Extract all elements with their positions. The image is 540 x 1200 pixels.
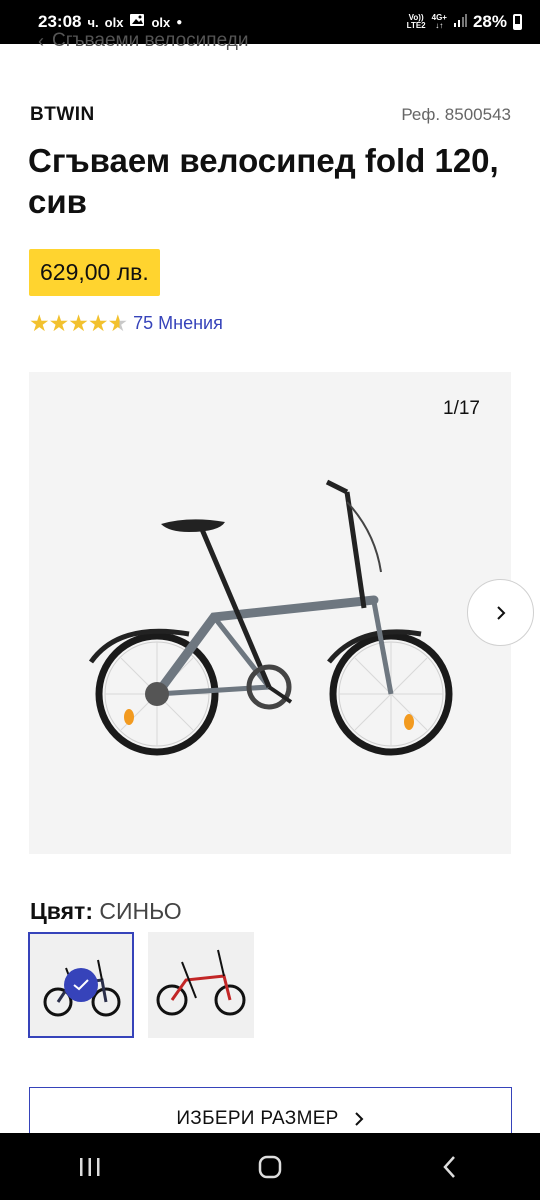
home-button[interactable]	[240, 1142, 300, 1192]
more-notifications-dot-icon: ●	[176, 16, 183, 28]
star-icon: ★	[48, 310, 70, 336]
star-icon: ★	[29, 310, 50, 336]
product-gallery[interactable]: 1/17	[29, 372, 511, 854]
product-title: Сгъваем велосипед fold 120, сив	[28, 142, 499, 220]
status-time-suffix: ч.	[87, 14, 99, 30]
star-half-icon: ★	[107, 310, 129, 336]
color-label-value: СИНЬО	[99, 898, 182, 924]
rating-stars: ★ ★ ★ ★ ★	[29, 310, 129, 337]
star-icon: ★	[87, 310, 109, 336]
price-badge: 629,00 лв.	[29, 249, 160, 296]
color-swatch-red[interactable]	[148, 932, 254, 1038]
color-swatch-blue[interactable]	[28, 932, 134, 1038]
olx-notification-icon: olx	[151, 14, 171, 30]
chevron-right-icon	[354, 1112, 364, 1126]
selected-check-icon	[64, 968, 98, 1002]
android-nav-bar	[0, 1133, 540, 1200]
recent-apps-button[interactable]	[60, 1142, 120, 1192]
rating-row[interactable]: ★ ★ ★ ★ ★ 75 Мнения	[29, 310, 223, 337]
color-label-title: Цвят:	[30, 898, 93, 924]
chevron-right-icon	[496, 605, 505, 620]
breadcrumb[interactable]: ‹ Сгъваеми велосипеди	[38, 30, 248, 52]
battery-icon	[513, 14, 522, 30]
reviews-link[interactable]: 75 Мнения	[133, 313, 223, 334]
color-label: Цвят: СИНЬО	[30, 898, 182, 925]
choose-size-label: ИЗБЕРИ РАЗМЕР	[176, 1108, 339, 1129]
battery-percent: 28%	[472, 12, 507, 31]
chevron-left-icon: ‹	[38, 30, 44, 51]
back-button[interactable]	[420, 1142, 480, 1192]
signal-icon	[453, 12, 467, 32]
volte-indicator: Vo)) LTE2	[406, 13, 426, 30]
brand-name[interactable]: BTWIN	[30, 104, 95, 126]
olx-notification-icon: olx	[104, 14, 124, 30]
gallery-next-button[interactable]	[467, 579, 534, 646]
price-value: 629,00 лв.	[40, 259, 149, 285]
status-time: 23:08	[38, 12, 82, 31]
product-ref: Реф. 8500543	[401, 105, 511, 124]
bike-image	[88, 479, 453, 756]
home-icon	[258, 1155, 282, 1178]
star-icon: ★	[68, 310, 89, 336]
network-indicator: 4G+ ↓↑	[431, 13, 447, 30]
back-icon	[443, 1155, 455, 1178]
breadcrumb-label: Сгъваеми велосипеди	[52, 30, 249, 51]
bike-thumbnail	[156, 949, 246, 1016]
recent-apps-icon	[80, 1157, 100, 1176]
